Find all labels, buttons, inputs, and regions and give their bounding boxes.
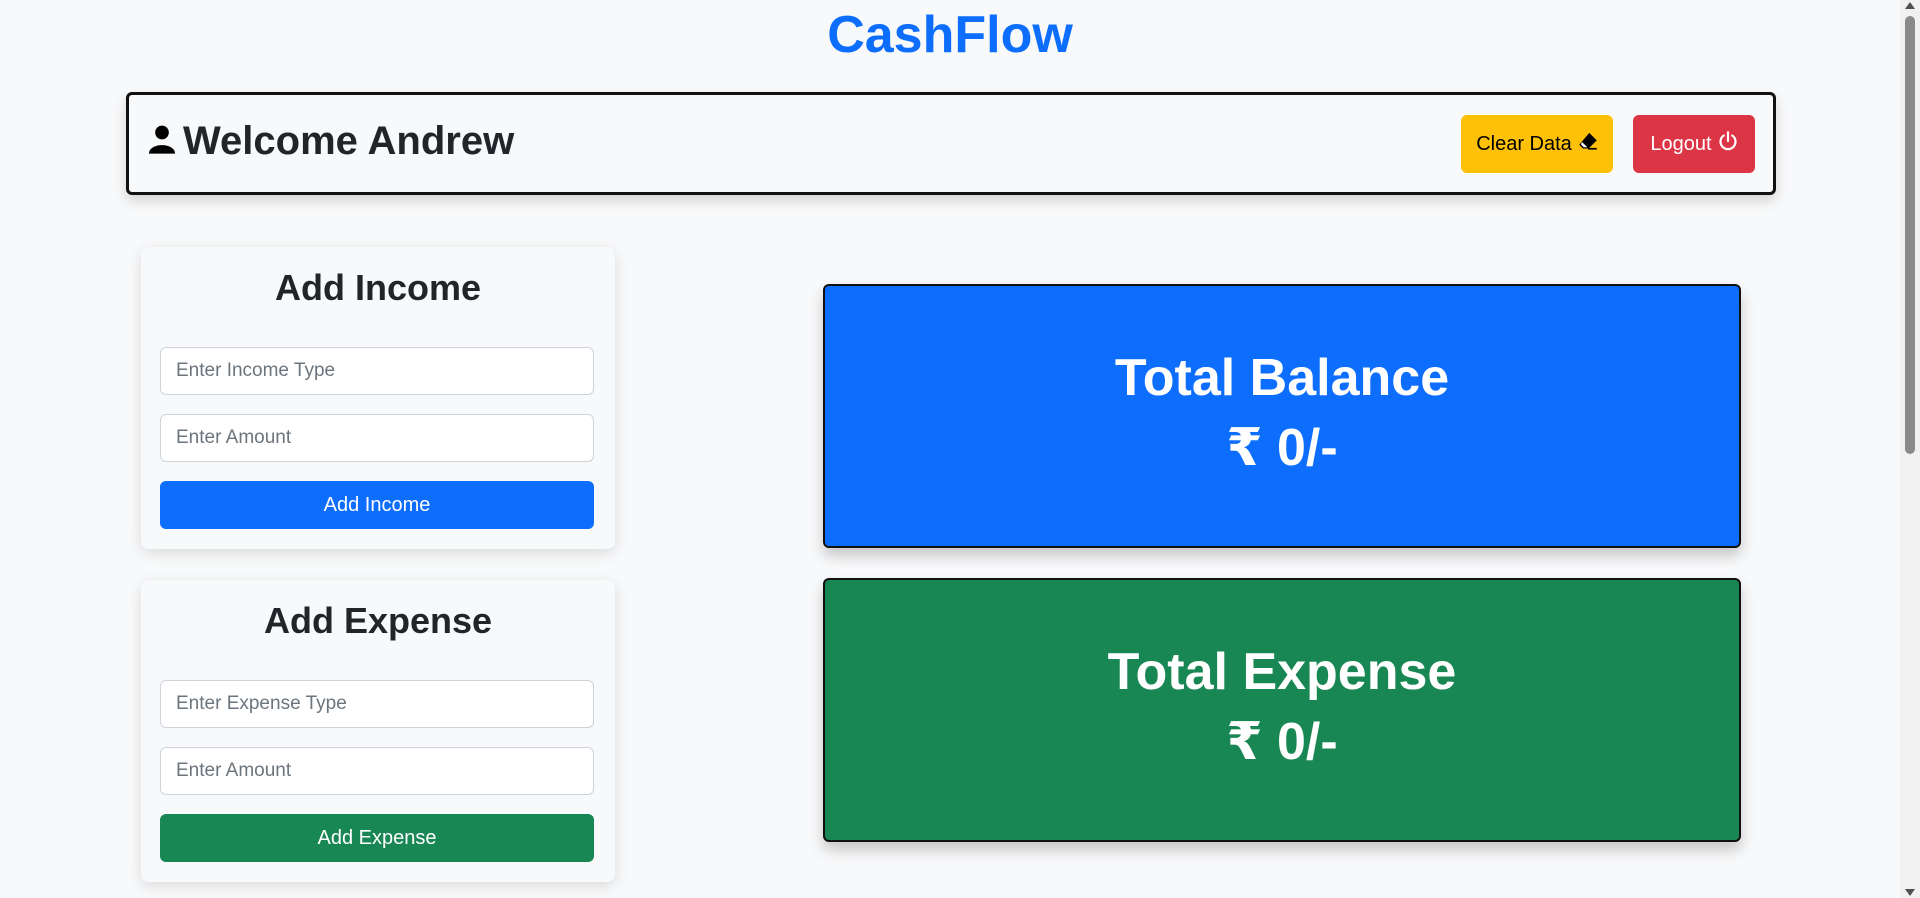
eraser-icon	[1578, 131, 1598, 157]
total-balance-panel: Total Balance ₹ 0/-	[823, 284, 1741, 548]
power-icon	[1718, 131, 1738, 157]
scroll-down-arrow-icon[interactable]	[1905, 889, 1915, 896]
clear-data-label: Clear Data	[1476, 132, 1572, 155]
income-type-input[interactable]	[160, 347, 594, 395]
logout-label: Logout	[1650, 132, 1712, 155]
clear-data-button[interactable]: Clear Data	[1461, 115, 1613, 173]
total-expense-value: ₹ 0/-	[1226, 713, 1338, 771]
total-balance-label: Total Balance	[1114, 349, 1450, 407]
logout-button[interactable]: Logout	[1633, 115, 1755, 173]
add-income-button[interactable]: Add Income	[160, 481, 594, 529]
income-amount-input[interactable]	[160, 414, 594, 462]
scroll-up-arrow-icon[interactable]	[1905, 2, 1915, 9]
add-expense-title: Add Expense	[263, 600, 493, 641]
app-title: CashFlow	[827, 6, 1073, 64]
welcome-text: Welcome Andrew	[183, 119, 515, 163]
scrollbar-thumb[interactable]	[1905, 16, 1915, 454]
vertical-scrollbar[interactable]	[1900, 0, 1920, 898]
add-income-title: Add Income	[274, 267, 481, 308]
add-expense-button[interactable]: Add Expense	[160, 814, 594, 862]
total-balance-value: ₹ 0/-	[1226, 419, 1338, 477]
expense-type-input[interactable]	[160, 680, 594, 728]
person-icon	[149, 119, 175, 164]
expense-amount-input[interactable]	[160, 747, 594, 795]
total-expense-label: Total Expense	[1107, 643, 1457, 701]
welcome-message: Welcome Andrew	[149, 119, 514, 164]
welcome-header: Welcome Andrew Clear Data Logout	[126, 92, 1776, 195]
total-expense-panel: Total Expense ₹ 0/-	[823, 578, 1741, 842]
add-income-card: Add Income Add Income	[141, 247, 615, 549]
add-expense-card: Add Expense Add Expense	[141, 580, 615, 882]
